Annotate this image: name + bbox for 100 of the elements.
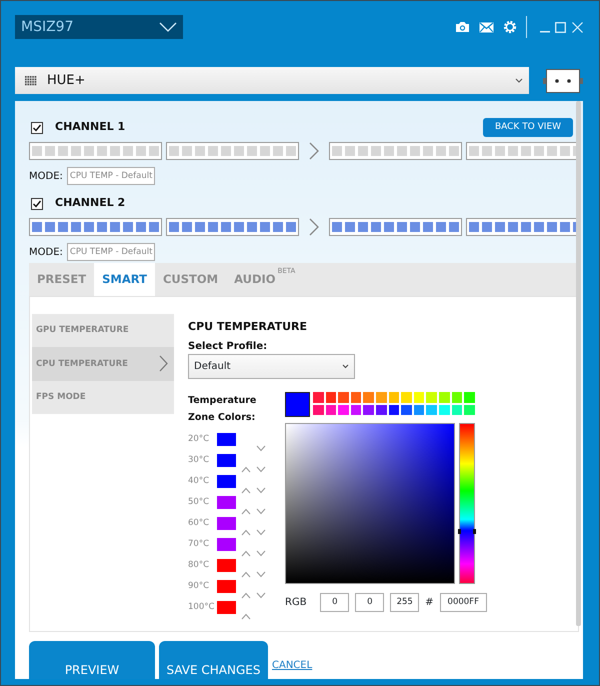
led-strip[interactable] xyxy=(466,218,577,236)
led-strip[interactable] xyxy=(29,142,162,160)
move-down-icon[interactable] xyxy=(256,571,266,578)
palette-swatch[interactable] xyxy=(326,404,336,415)
move-up-icon[interactable] xyxy=(241,508,251,516)
zone-color-swatch[interactable] xyxy=(217,601,236,614)
hex-field[interactable]: 0000FF xyxy=(440,593,487,612)
profile-dropdown[interactable]: Default xyxy=(188,354,355,379)
palette-swatch[interactable] xyxy=(388,404,400,415)
checkbox[interactable] xyxy=(31,122,43,134)
zone-color-swatch[interactable] xyxy=(217,454,236,467)
move-up-icon[interactable] xyxy=(241,466,251,474)
palette-swatch[interactable] xyxy=(376,404,387,415)
mode-label: MODE: xyxy=(29,246,63,260)
mode-item[interactable]: GPU TEMPERATURE xyxy=(32,314,174,348)
palette-swatch[interactable] xyxy=(401,392,412,402)
hue-slider-thumb[interactable] xyxy=(458,528,476,534)
color-gradient-area[interactable] xyxy=(285,423,455,584)
palette-swatch[interactable] xyxy=(438,392,450,402)
channel-label: CHANNEL 2 xyxy=(55,195,126,212)
move-down-icon[interactable] xyxy=(256,592,266,600)
palette-swatch[interactable] xyxy=(452,392,462,402)
camera-icon[interactable] xyxy=(455,21,470,33)
palette-swatch[interactable] xyxy=(326,392,336,402)
settings-icon[interactable] xyxy=(503,20,517,34)
chevron-icon[interactable] xyxy=(309,142,319,160)
palette-swatch[interactable] xyxy=(464,404,475,415)
palette-swatch[interactable] xyxy=(414,404,424,415)
palette-swatch[interactable] xyxy=(426,392,437,402)
zone-color-swatch[interactable] xyxy=(217,580,236,593)
mail-icon[interactable] xyxy=(479,22,494,32)
save-changes-button[interactable]: SAVE CHANGES xyxy=(159,641,268,679)
color-value-field[interactable]: 255 xyxy=(390,593,420,612)
move-down-icon[interactable] xyxy=(256,508,266,516)
back-to-view-button[interactable]: BACK TO VIEW xyxy=(483,118,573,137)
led-strip[interactable] xyxy=(466,142,577,160)
palette-swatch[interactable] xyxy=(363,404,374,415)
move-up-icon[interactable] xyxy=(241,487,251,494)
zone-color-swatch[interactable] xyxy=(217,496,236,509)
zone-color-swatch[interactable] xyxy=(217,538,236,551)
color-value-field[interactable]: 0 xyxy=(320,593,350,612)
mode-item[interactable]: FPS MODE xyxy=(32,380,174,414)
palette-swatch[interactable] xyxy=(401,404,412,415)
led-strip[interactable] xyxy=(29,218,162,236)
move-up-icon[interactable] xyxy=(241,529,251,536)
maximize-icon[interactable] xyxy=(555,22,566,32)
palette-swatch[interactable] xyxy=(426,404,437,415)
move-down-icon[interactable] xyxy=(256,550,266,558)
device-dropdown[interactable]: MSIZ97 xyxy=(15,15,183,39)
palette-swatch[interactable] xyxy=(414,392,424,402)
mode-field[interactable]: CPU TEMP - Default xyxy=(66,243,156,261)
preview-button[interactable]: PREVIEW xyxy=(29,641,155,679)
tab[interactable]: AUDIO xyxy=(226,263,277,296)
close-icon[interactable] xyxy=(572,22,583,32)
temperature-label: 70°C xyxy=(188,538,210,551)
palette-swatch[interactable] xyxy=(338,392,349,402)
palette-swatch[interactable] xyxy=(350,392,362,402)
cancel-link[interactable]: CANCEL xyxy=(272,658,312,679)
palette-swatch[interactable] xyxy=(313,404,324,415)
temperature-label: 100°C xyxy=(188,601,216,614)
move-up-icon[interactable] xyxy=(241,592,251,600)
palette-swatch[interactable] xyxy=(438,404,450,415)
led-strip[interactable] xyxy=(329,142,462,160)
zone-color-swatch[interactable] xyxy=(217,517,236,530)
color-value-field[interactable]: 0 xyxy=(355,593,384,612)
led-strip[interactable] xyxy=(329,218,462,236)
checkbox[interactable] xyxy=(31,198,43,210)
move-up-icon[interactable] xyxy=(241,550,251,558)
tab[interactable]: SMART xyxy=(94,263,155,296)
palette-swatch[interactable] xyxy=(376,392,387,402)
palette-swatch[interactable] xyxy=(388,392,400,402)
tab[interactable]: PRESET xyxy=(29,263,94,296)
move-down-icon[interactable] xyxy=(256,487,266,494)
tab[interactable]: CUSTOM xyxy=(154,263,226,296)
chevron-icon xyxy=(159,355,168,372)
move-up-icon[interactable] xyxy=(241,571,251,578)
palette-swatch[interactable] xyxy=(313,392,324,402)
move-down-icon[interactable] xyxy=(256,529,266,536)
zone-color-swatch[interactable] xyxy=(217,433,236,446)
zone-color-swatch[interactable] xyxy=(217,475,236,488)
zone-color-swatch[interactable] xyxy=(217,559,236,572)
controller-dropdown[interactable]: HUE+ xyxy=(15,67,529,94)
led-strip[interactable] xyxy=(166,142,299,160)
move-up-icon[interactable] xyxy=(241,613,251,620)
palette-swatch[interactable] xyxy=(350,404,362,415)
mode-item[interactable]: CPU TEMPERATURE xyxy=(32,347,174,381)
move-down-icon[interactable] xyxy=(256,466,266,474)
caret-icon xyxy=(515,78,523,83)
temperature-label: 50°C xyxy=(188,496,210,509)
mode-field[interactable]: CPU TEMP - Default xyxy=(66,167,156,185)
zone-colors-label: Temperature Zone Colors: xyxy=(188,394,258,425)
move-down-icon[interactable] xyxy=(256,445,266,452)
palette-swatch[interactable] xyxy=(338,404,349,415)
device-icon[interactable] xyxy=(543,68,583,92)
palette-swatch[interactable] xyxy=(363,392,374,402)
chevron-icon[interactable] xyxy=(309,218,319,236)
led-strip[interactable] xyxy=(166,218,299,236)
palette-swatch[interactable] xyxy=(464,392,475,402)
scrollbar[interactable] xyxy=(576,101,581,626)
palette-swatch[interactable] xyxy=(452,404,462,415)
